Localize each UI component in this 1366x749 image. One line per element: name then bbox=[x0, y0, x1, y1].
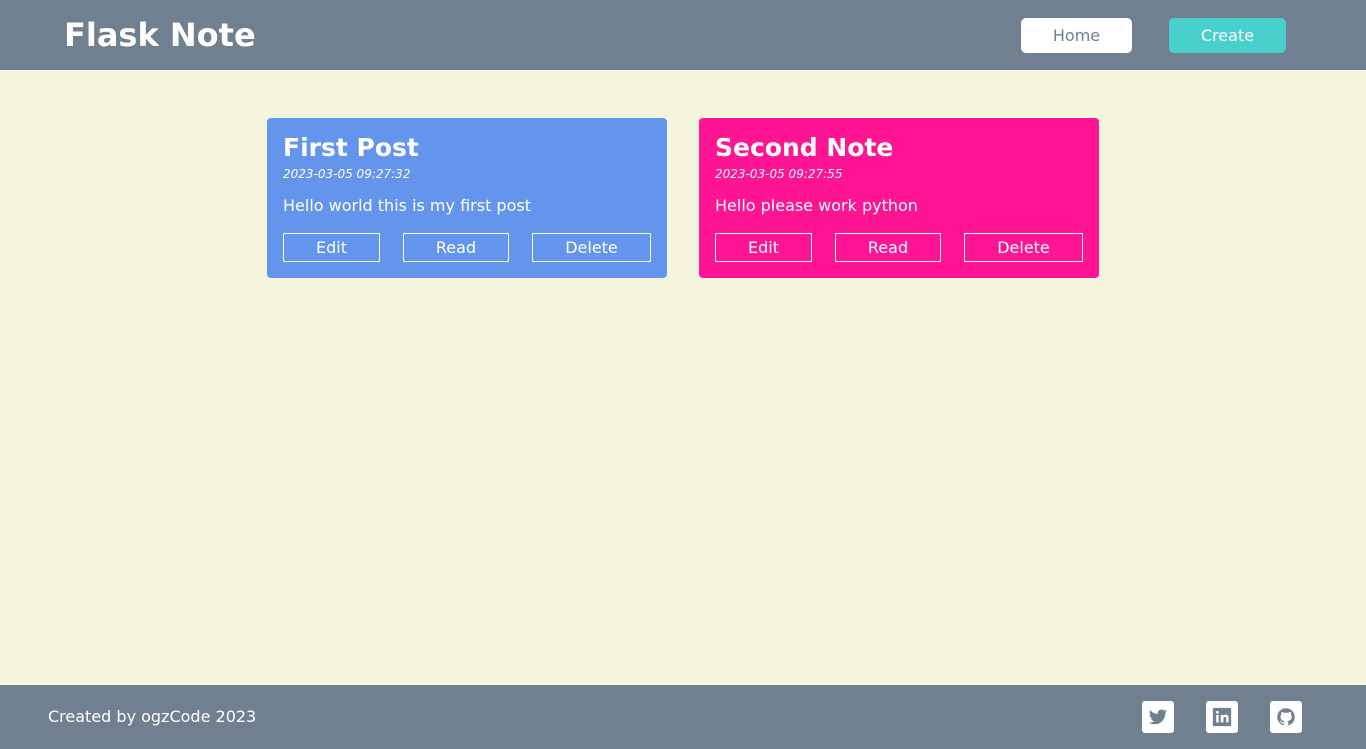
github-icon[interactable] bbox=[1270, 701, 1302, 733]
note-date: 2023-03-05 09:27:55 bbox=[715, 167, 843, 181]
linkedin-icon[interactable] bbox=[1206, 701, 1238, 733]
page-footer: Created by ogzCode 2023 bbox=[0, 685, 1366, 749]
edit-button[interactable]: Edit bbox=[715, 233, 812, 262]
note-body: Hello world this is my first post bbox=[283, 196, 531, 215]
top-navbar: Flask Note Home Create bbox=[0, 0, 1366, 70]
home-button[interactable]: Home bbox=[1021, 18, 1132, 53]
github-icon bbox=[1277, 708, 1295, 726]
note-title: First Post bbox=[283, 133, 419, 162]
twitter-icon bbox=[1148, 709, 1168, 725]
linkedin-icon bbox=[1212, 707, 1232, 727]
note-card: Second Note 2023-03-05 09:27:55 Hello pl… bbox=[699, 118, 1099, 278]
read-button[interactable]: Read bbox=[403, 233, 509, 262]
footer-credit: Created by ogzCode 2023 bbox=[48, 707, 257, 726]
brand-title[interactable]: Flask Note bbox=[64, 14, 256, 56]
delete-button[interactable]: Delete bbox=[964, 233, 1083, 262]
note-date: 2023-03-05 09:27:32 bbox=[283, 167, 411, 181]
read-button[interactable]: Read bbox=[835, 233, 941, 262]
note-title: Second Note bbox=[715, 133, 894, 162]
note-body: Hello please work python bbox=[715, 196, 918, 215]
note-actions: Edit Read Delete bbox=[283, 233, 651, 262]
edit-button[interactable]: Edit bbox=[283, 233, 380, 262]
note-card: First Post 2023-03-05 09:27:32 Hello wor… bbox=[267, 118, 667, 278]
create-button[interactable]: Create bbox=[1169, 18, 1286, 53]
twitter-icon[interactable] bbox=[1142, 701, 1174, 733]
delete-button[interactable]: Delete bbox=[532, 233, 651, 262]
note-actions: Edit Read Delete bbox=[715, 233, 1083, 262]
